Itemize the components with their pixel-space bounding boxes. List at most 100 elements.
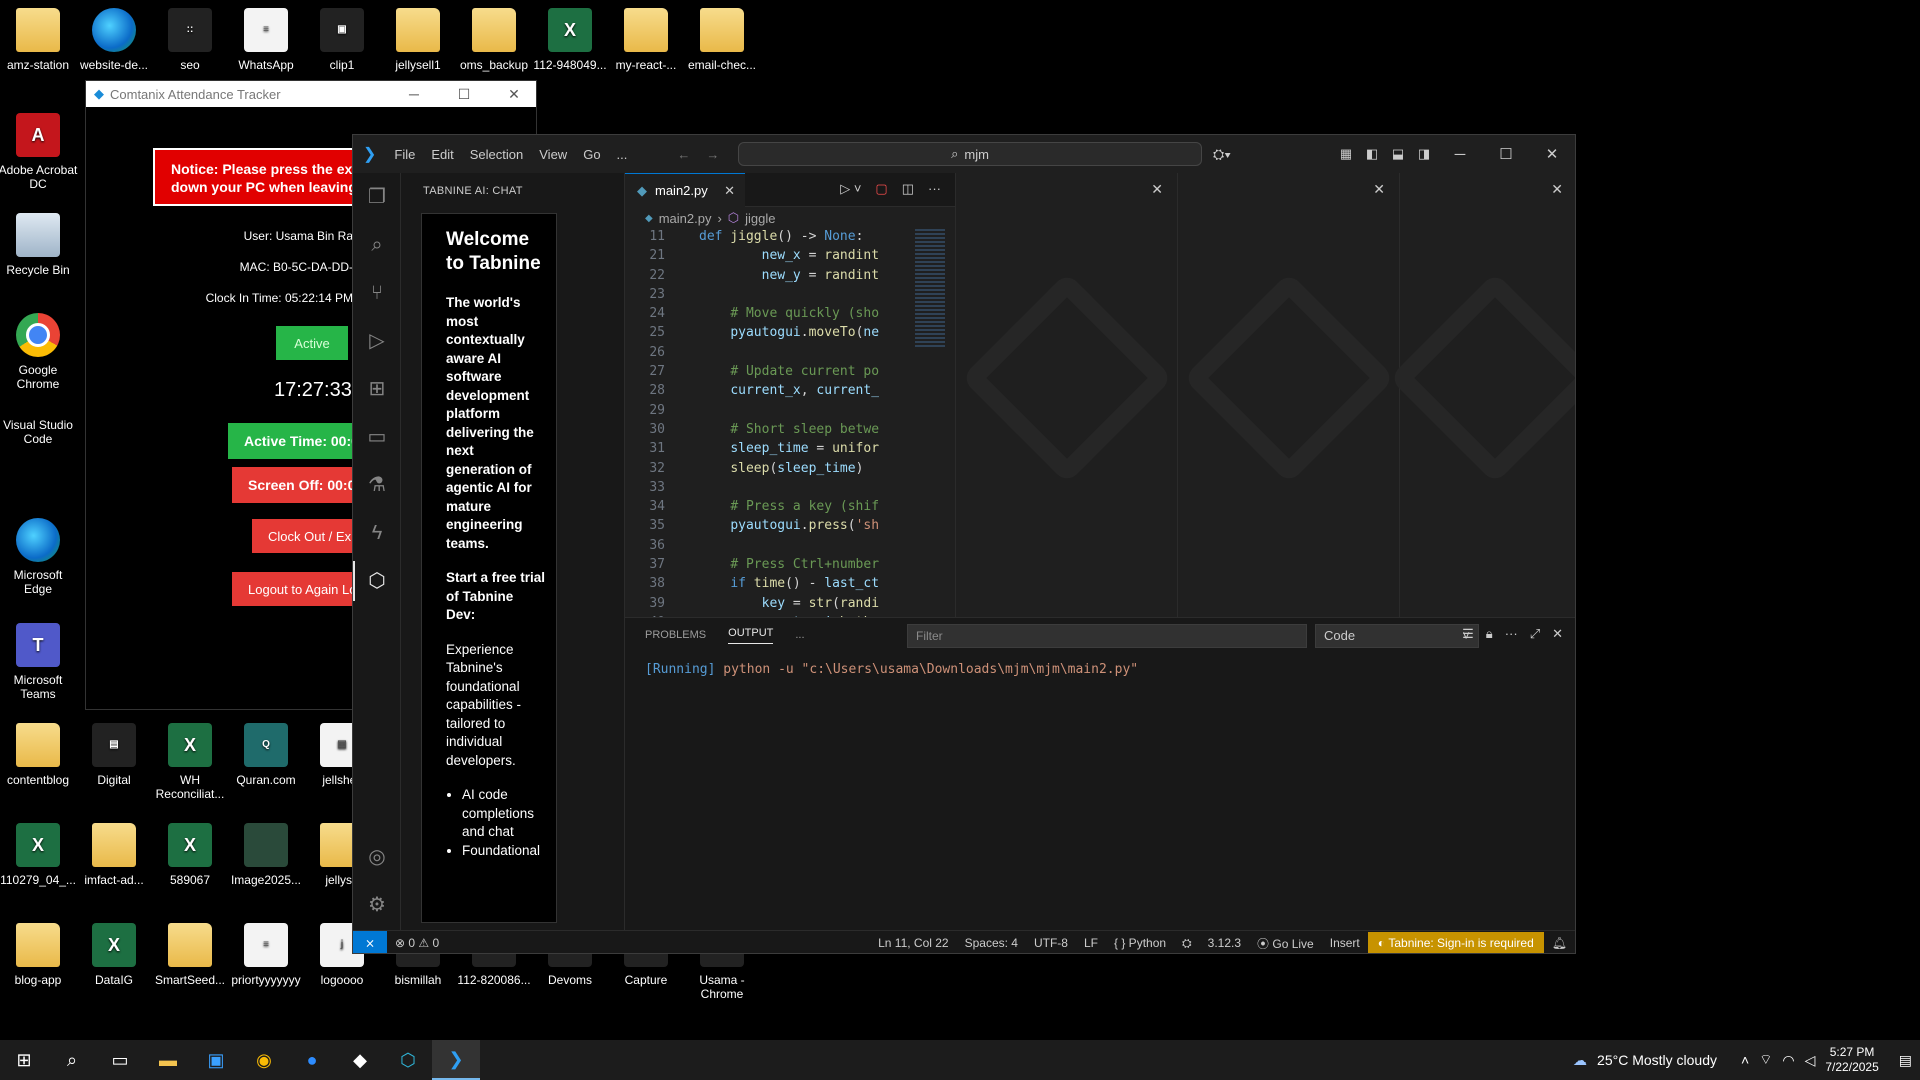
close-button[interactable]: ✕ <box>1529 145 1575 163</box>
minimap[interactable] <box>915 229 945 349</box>
code-line[interactable]: 30 # Short sleep betwe <box>625 422 905 441</box>
menu-file[interactable]: File <box>386 147 423 162</box>
tab-more[interactable]: ... <box>795 629 804 641</box>
close-button[interactable]: ✕ <box>492 86 536 103</box>
desktop-icon[interactable]: X DataIG <box>74 923 154 987</box>
code-line[interactable]: 24 # Move quickly (sho <box>625 306 905 325</box>
code-line[interactable]: 25 pyautogui.moveTo(ne <box>625 325 905 344</box>
notifications-icon[interactable]: ▤ <box>1899 1052 1912 1069</box>
desktop-icon[interactable]: X 112-948049... <box>530 8 610 72</box>
desktop-icon[interactable]: jellysell1 <box>378 8 458 72</box>
indentation[interactable]: Spaces: 4 <box>957 936 1026 950</box>
chevron-up-icon[interactable]: ˄ <box>1741 1052 1749 1068</box>
vscode-taskbar-icon[interactable]: ❯ <box>432 1040 480 1080</box>
go-live-button[interactable]: ⦿ Go Live <box>1249 935 1322 952</box>
network-icon[interactable]: ⌔ <box>1759 1051 1772 1069</box>
problems-count[interactable]: ⊗ 0 ⚠ 0 <box>387 936 447 950</box>
desktop-icon[interactable]: Google Chrome <box>0 313 78 391</box>
stop-icon[interactable]: ▢ <box>875 181 887 197</box>
code-line[interactable]: 32 sleep(sleep_time) <box>625 461 905 480</box>
split-editor-icon[interactable]: ◫ <box>902 181 914 197</box>
clock-out-button[interactable]: Clock Out / Exit <box>252 519 353 553</box>
search-view-icon[interactable]: ⌕ <box>363 231 391 259</box>
code-line[interactable]: 33 <box>625 480 905 499</box>
toggle-panel-icon[interactable]: ⬓ <box>1385 146 1411 162</box>
close-panel-icon[interactable]: ✕ <box>1552 626 1563 642</box>
run-debug-icon[interactable]: ▷ <box>363 327 391 355</box>
tabnine-icon[interactable]: ⬡ <box>363 567 391 595</box>
more-actions-icon[interactable]: ··· <box>928 181 941 197</box>
forward-arrow-icon[interactable]: → <box>706 147 719 162</box>
explorer-icon[interactable]: ❐ <box>363 183 391 211</box>
volume-icon[interactable]: ◁ <box>1805 1052 1816 1069</box>
accounts-icon[interactable]: ◎ <box>363 843 391 871</box>
maximize-button[interactable]: ☐ <box>442 86 486 103</box>
desktop-icon[interactable]: my-react-... <box>606 8 686 72</box>
close-tab-icon[interactable]: ✕ <box>724 183 735 199</box>
python-version[interactable]: 3.12.3 <box>1200 936 1249 950</box>
close-group-icon[interactable]: ✕ <box>1551 181 1563 198</box>
desktop-icon[interactable]: oms_backup <box>454 8 534 72</box>
store-icon[interactable]: ▣ <box>192 1040 240 1080</box>
desktop-icon[interactable]: ❮❯Visual Studio Code <box>0 418 394 596</box>
code-line[interactable]: 27 # Update current po <box>625 364 905 383</box>
toggle-sidebar-icon[interactable]: ◧ <box>1359 146 1385 162</box>
logout-button[interactable]: Logout to Again Lo <box>232 572 353 606</box>
breadcrumb-symbol[interactable]: jiggle <box>745 211 775 226</box>
settings-gear-icon[interactable]: ⚙ <box>363 891 391 919</box>
desktop-icon[interactable]: ▤ Digital <box>74 723 154 787</box>
back-arrow-icon[interactable]: ← <box>677 147 690 162</box>
remote-explorer-icon[interactable]: ▭ <box>363 423 391 451</box>
weather-icon[interactable]: ☁ <box>1573 1052 1587 1069</box>
desktop-icon[interactable]: Image2025... <box>226 823 306 887</box>
desktop-icon[interactable]: :: seo <box>150 8 230 72</box>
remote-indicator-icon[interactable]: ⨯ <box>353 930 387 953</box>
desktop-icon[interactable]: blog-app <box>0 923 78 987</box>
active-time-button[interactable]: Active Time: 00:0 <box>228 423 353 459</box>
desktop-icon[interactable]: website-de... <box>74 8 154 72</box>
desktop-icon[interactable]: contentblog <box>0 723 78 787</box>
close-group-icon[interactable]: ✕ <box>1151 181 1163 198</box>
code-line[interactable]: 35 pyautogui.press('sh <box>625 518 905 537</box>
extensions-icon[interactable]: ⊞ <box>363 375 391 403</box>
layout-customize-icon[interactable]: ▦ <box>1333 146 1359 162</box>
desktop-icon[interactable]: SmartSeed... <box>150 923 230 987</box>
clear-output-icon[interactable]: ☰ <box>1462 626 1474 642</box>
testing-icon[interactable]: ⚗ <box>363 471 391 499</box>
toggle-secondary-sidebar-icon[interactable]: ◨ <box>1411 146 1437 162</box>
desktop-icon[interactable]: Q Quran.com <box>226 723 306 787</box>
code-line[interactable]: 22 new_y = randint <box>625 268 905 287</box>
code-line[interactable]: 34 # Press a key (shif <box>625 499 905 518</box>
desktop-icon[interactable]: Microsoft Edge <box>0 518 78 596</box>
tab-output[interactable]: OUTPUT <box>728 627 774 644</box>
menu-selection[interactable]: Selection <box>462 147 531 162</box>
input-mode[interactable]: Insert <box>1322 936 1368 950</box>
notifications-bell-icon[interactable]: 🔔︎ <box>1544 936 1575 950</box>
code-line[interactable]: 39 key = str(randi <box>625 596 905 615</box>
copilot-status-icon[interactable]: ⛭ <box>1174 936 1200 951</box>
code-line[interactable]: 21 new_x = randint <box>625 248 905 267</box>
app-icon[interactable]: ◆ <box>336 1040 384 1080</box>
code-editor[interactable]: 11 def jiggle() -> None: 21 new_x = randin… <box>625 229 905 630</box>
attendance-tracker-taskbar-icon[interactable]: ⬡ <box>384 1040 432 1080</box>
wifi-icon[interactable]: ◠ <box>1782 1052 1794 1069</box>
run-python-icon[interactable]: ▷ ˅ <box>840 181 861 197</box>
screen-off-button[interactable]: Screen Off: 00:00 <box>232 467 353 503</box>
source-control-icon[interactable]: ⑂ <box>363 279 391 307</box>
copilot-icon[interactable]: ⛭▾ <box>1213 146 1231 163</box>
minimize-button[interactable]: ─ <box>392 86 436 102</box>
code-line[interactable]: 31 sleep_time = unifor <box>625 441 905 460</box>
line-ending[interactable]: LF <box>1076 936 1106 950</box>
clock[interactable]: 5:27 PM 7/22/2025 <box>1825 1045 1878 1075</box>
menu-view[interactable]: View <box>531 147 575 162</box>
cursor-position[interactable]: Ln 11, Col 22 <box>870 936 957 950</box>
desktop-icon[interactable]: email-chec... <box>682 8 762 72</box>
maximize-panel-icon[interactable]: ⤢ <box>1530 626 1540 642</box>
tab-problems[interactable]: PROBLEMS <box>645 629 706 641</box>
desktop-icon[interactable]: amz-station <box>0 8 78 72</box>
minimize-button[interactable]: ─ <box>1437 146 1483 163</box>
command-center-search[interactable]: ⌕ mjm <box>738 142 1202 166</box>
desktop-icon[interactable]: ≡ priortyyyyyyy <box>226 923 306 987</box>
menu-edit[interactable]: Edit <box>423 147 461 162</box>
code-line[interactable]: 26 <box>625 345 905 364</box>
